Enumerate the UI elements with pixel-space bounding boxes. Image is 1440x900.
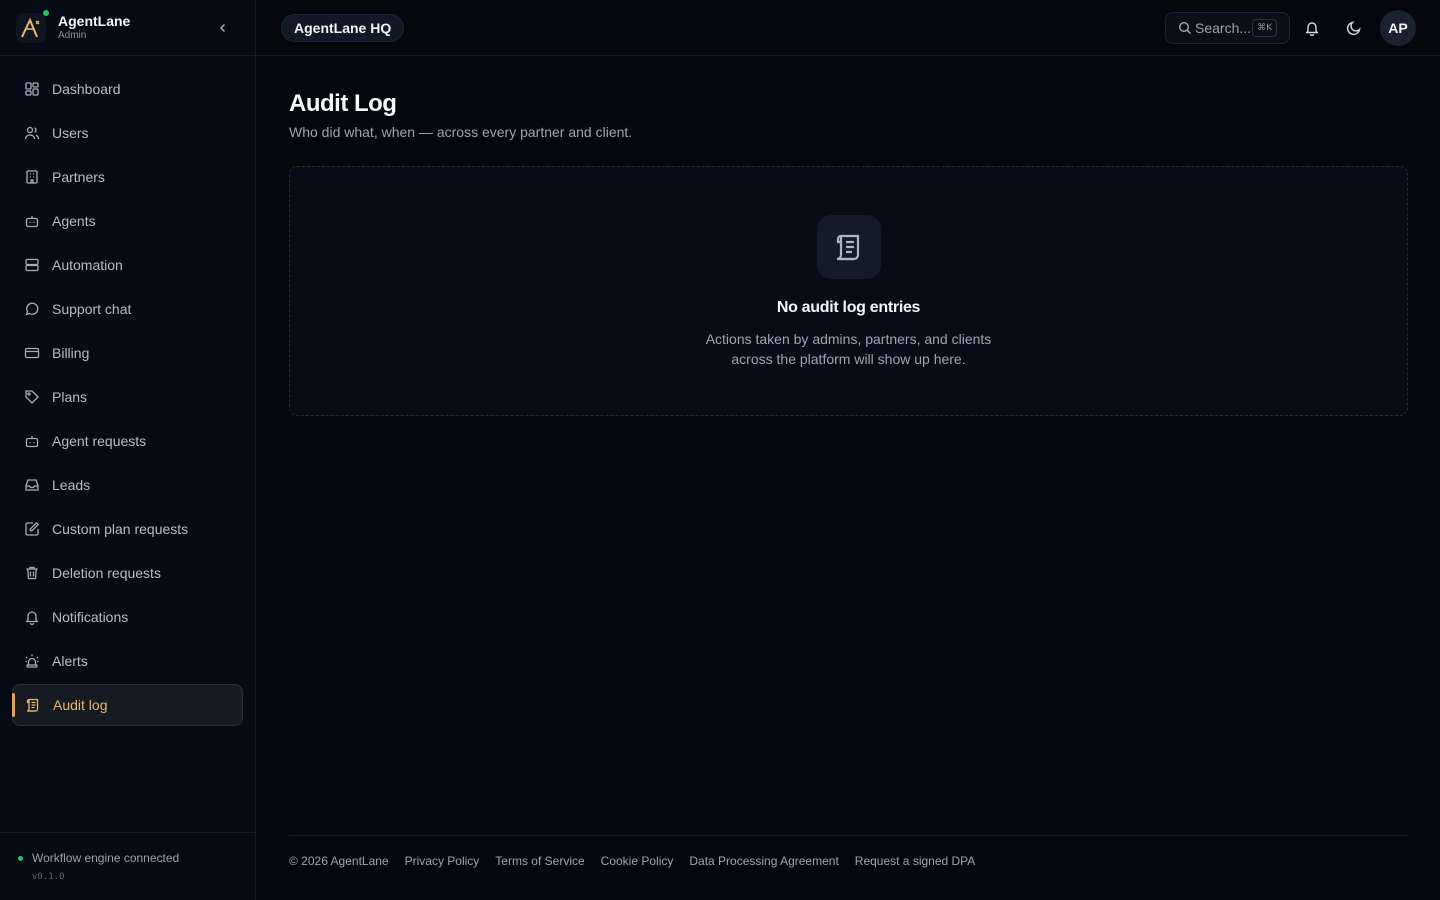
empty-state-title: No audit log entries bbox=[776, 299, 921, 316]
sidebar-item-label: Automation bbox=[52, 257, 123, 273]
sidebar-item-leads[interactable]: Leads bbox=[12, 464, 243, 506]
sidebar-item-users[interactable]: Users bbox=[12, 112, 243, 154]
sidebar: AgentLane Admin Dashboard Users Partners… bbox=[0, 0, 256, 900]
agentlane-logo bbox=[16, 9, 49, 43]
avatar[interactable]: AP bbox=[1380, 10, 1416, 46]
search-icon bbox=[1178, 21, 1192, 35]
sidebar-item-label: Notifications bbox=[52, 609, 129, 625]
workspace-switcher[interactable]: AgentLane HQ bbox=[281, 14, 405, 42]
bell-icon bbox=[1305, 22, 1319, 36]
search-input[interactable]: Search... ⌘K bbox=[1165, 12, 1290, 44]
terms-of-service-link[interactable]: Terms of Service bbox=[495, 854, 584, 868]
sidebar-item-notifications[interactable]: Notifications bbox=[12, 596, 243, 638]
empty-state-icon-box bbox=[816, 215, 881, 279]
sidebar-item-label: Users bbox=[52, 125, 89, 141]
sidebar-item-automation[interactable]: Automation bbox=[12, 244, 243, 286]
tag-icon bbox=[24, 389, 40, 405]
privacy-policy-link[interactable]: Privacy Policy bbox=[405, 854, 480, 868]
chevron-left-icon bbox=[219, 23, 226, 33]
sidebar-item-label: Audit log bbox=[53, 697, 108, 713]
bot-icon bbox=[24, 213, 40, 229]
bell-icon bbox=[24, 609, 40, 625]
sidebar-item-label: Plans bbox=[52, 389, 88, 405]
brand-name: AgentLane bbox=[58, 13, 131, 29]
inbox-icon bbox=[24, 477, 40, 493]
sidebar-item-label: Deletion requests bbox=[52, 565, 161, 581]
collapse-sidebar-button[interactable] bbox=[215, 20, 231, 36]
main-content: Audit Log Who did what, when — across ev… bbox=[289, 56, 1408, 416]
theme-toggle-button[interactable] bbox=[1344, 18, 1364, 38]
copyright: © 2026 AgentLane bbox=[289, 853, 389, 868]
building-icon bbox=[24, 169, 40, 185]
sidebar-footer: Workflow engine connected v0.1.0 bbox=[0, 832, 255, 900]
sidebar-item-deletion-requests[interactable]: Deletion requests bbox=[12, 552, 243, 594]
chat-icon bbox=[24, 301, 40, 317]
scroll-icon bbox=[25, 697, 41, 713]
search-shortcut: ⌘K bbox=[1252, 19, 1277, 37]
users-icon bbox=[24, 125, 40, 141]
notifications-button[interactable] bbox=[1302, 18, 1322, 38]
dashboard-icon bbox=[24, 81, 40, 97]
online-dot bbox=[43, 9, 49, 16]
request-signed-dpa-link[interactable]: Request a signed DPA bbox=[855, 854, 976, 868]
sidebar-item-label: Agents bbox=[52, 213, 96, 229]
sidebar-item-label: Partners bbox=[52, 169, 105, 185]
brand-role: Admin bbox=[58, 30, 87, 41]
bot-icon bbox=[24, 433, 40, 449]
cookie-policy-link[interactable]: Cookie Policy bbox=[601, 854, 674, 868]
server-icon bbox=[24, 257, 40, 273]
page-footer: © 2026 AgentLane Privacy Policy Terms of… bbox=[289, 835, 1408, 885]
sidebar-item-label: Agent requests bbox=[52, 433, 147, 449]
top-bar: AgentLane HQ Search... ⌘K AP bbox=[256, 0, 1440, 56]
brand-header: AgentLane Admin bbox=[0, 0, 255, 56]
page-title: Audit Log bbox=[289, 90, 397, 117]
credit-card-icon bbox=[24, 345, 40, 361]
sidebar-item-partners[interactable]: Partners bbox=[12, 156, 243, 198]
workflow-status: Workflow engine connected bbox=[18, 851, 239, 865]
sidebar-item-label: Billing bbox=[52, 345, 90, 361]
workflow-status-text: Workflow engine connected bbox=[32, 851, 180, 865]
sidebar-item-label: Leads bbox=[52, 477, 91, 493]
edit-icon bbox=[24, 521, 40, 537]
search-placeholder: Search... bbox=[1195, 20, 1252, 36]
sidebar-item-custom-plan-requests[interactable]: Custom plan requests bbox=[12, 508, 243, 550]
sidebar-item-support-chat[interactable]: Support chat bbox=[12, 288, 243, 330]
status-dot bbox=[18, 855, 23, 861]
empty-state-card: No audit log entries Actions taken by ad… bbox=[289, 166, 1408, 416]
scroll-icon bbox=[836, 234, 859, 261]
sidebar-item-label: Alerts bbox=[52, 653, 88, 669]
page-subtitle: Who did what, when — across every partne… bbox=[289, 124, 633, 140]
sidebar-item-label: Dashboard bbox=[52, 81, 121, 97]
dpa-link[interactable]: Data Processing Agreement bbox=[689, 854, 838, 868]
sidebar-item-audit-log[interactable]: Audit log bbox=[12, 684, 243, 726]
app-version: v0.1.0 bbox=[32, 872, 65, 882]
empty-state-description: Actions taken by admins, partners, and c… bbox=[705, 331, 992, 367]
sidebar-item-plans[interactable]: Plans bbox=[12, 376, 243, 418]
sidebar-item-label: Support chat bbox=[52, 301, 132, 317]
trash-icon bbox=[24, 565, 40, 581]
sidebar-item-agent-requests[interactable]: Agent requests bbox=[12, 420, 243, 462]
siren-icon bbox=[24, 653, 40, 669]
sidebar-item-label: Custom plan requests bbox=[52, 521, 189, 537]
moon-icon bbox=[1346, 21, 1361, 36]
sidebar-item-billing[interactable]: Billing bbox=[12, 332, 243, 374]
sidebar-item-agents[interactable]: Agents bbox=[12, 200, 243, 242]
sidebar-item-alerts[interactable]: Alerts bbox=[12, 640, 243, 682]
sidebar-nav: Dashboard Users Partners Agents Automati… bbox=[0, 56, 255, 726]
sidebar-item-dashboard[interactable]: Dashboard bbox=[12, 68, 243, 110]
